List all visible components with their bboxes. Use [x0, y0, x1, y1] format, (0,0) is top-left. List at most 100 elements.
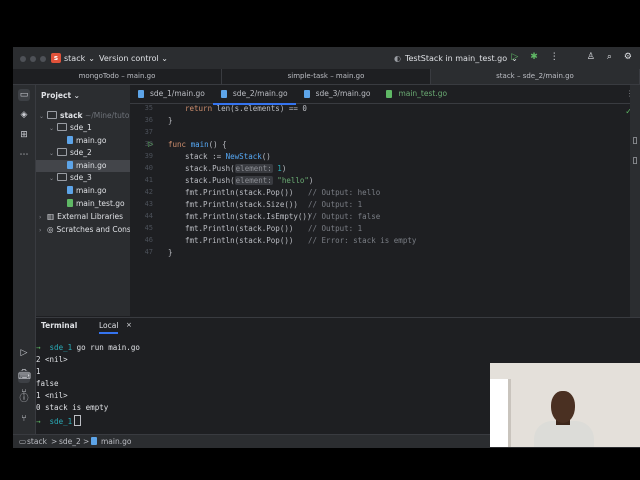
parameter-hint: element:: [234, 164, 273, 173]
terminal-line: 0 stack is empty: [36, 403, 109, 412]
notifications-icon[interactable]: ▯: [630, 135, 640, 147]
chevron-down-icon: ⌄: [73, 91, 80, 100]
line-number: 40: [144, 164, 153, 172]
gear-icon[interactable]: ⚙: [624, 52, 632, 62]
breadcrumb-sde2[interactable]: sde_2: [59, 437, 81, 446]
terminal-line: 2 <nil>: [36, 355, 68, 364]
go-file-icon: [67, 161, 73, 169]
editor-tab-sde1-main[interactable]: sde_1/main.go: [130, 85, 213, 103]
problems-icon[interactable]: ⓘ: [18, 393, 30, 405]
go-file-icon: [91, 437, 100, 446]
breadcrumb-stack[interactable]: stack: [27, 437, 47, 446]
tree-item-sde3[interactable]: ⌄ sde_3: [36, 172, 130, 184]
database-icon[interactable]: ▯: [630, 155, 640, 167]
breadcrumb-separator: >: [83, 437, 90, 446]
terminal-cursor: [74, 415, 82, 426]
folder-icon: [57, 123, 67, 131]
project-name: stack: [64, 53, 86, 63]
breadcrumb-separator: >: [51, 437, 58, 446]
tree-item-sde3-main[interactable]: main.go: [36, 185, 130, 197]
folder-icon[interactable]: ▭: [18, 89, 30, 101]
folder-icon: [47, 111, 57, 119]
close-icon[interactable]: ×: [126, 321, 132, 329]
window-tab-simple-task[interactable]: simple-task – main.go: [222, 69, 431, 84]
tree-item-sde1-main[interactable]: main.go: [36, 135, 130, 147]
project-selector[interactable]: s stack ⌄: [51, 52, 95, 64]
window-tabs: mongoTodo – main.go simple-task – main.g…: [13, 69, 640, 85]
editor-tabs: sde_1/main.go sde_2/main.go sde_3/main.g…: [130, 85, 640, 105]
project-panel: Project ⌄ ⌄stack ~/Mine/tutoria ⌄sde_1 m…: [36, 85, 130, 316]
tree-item-main-test[interactable]: main_test.go: [36, 198, 130, 210]
version-control-menu[interactable]: Version control ⌄: [99, 54, 168, 63]
go-file-icon: [138, 90, 144, 98]
breadcrumb-main-go[interactable]: main.go: [101, 437, 131, 446]
debug-icon[interactable]: ✱: [530, 52, 538, 62]
project-panel-title[interactable]: Project ⌄: [41, 91, 80, 100]
chevron-down-icon: ⌄: [49, 175, 55, 182]
window-controls[interactable]: [20, 55, 50, 64]
code-line-35: return len(s.elements) == 0: [185, 104, 307, 113]
editor-tab-main-test[interactable]: main_test.go: [378, 85, 455, 103]
run-config-label: TestStack in main_test.go: [404, 54, 508, 63]
run-icon[interactable]: ▷: [511, 52, 518, 62]
folder-icon: [57, 173, 67, 181]
window-tab-stack[interactable]: stack – sde_2/main.go: [431, 69, 640, 84]
code-line-38: func main() {: [168, 140, 227, 149]
line-number: 37: [144, 128, 153, 136]
run-tool-icon[interactable]: ▷: [18, 347, 30, 359]
line-number: 35: [144, 104, 153, 112]
gopher-icon: ◐: [394, 54, 401, 63]
tree-item-sde2[interactable]: ⌄ sde_2: [36, 147, 130, 159]
scratches-icon: ◎: [47, 225, 54, 234]
line-number: 39: [144, 152, 153, 160]
library-icon: ▥: [47, 212, 55, 221]
code-comment-46: // Error: stack is empty: [308, 236, 417, 245]
terminal-prompt-line: → sde_1: [36, 415, 82, 426]
code-comment-44: // Output: false: [308, 212, 381, 221]
code-line-44: fmt.Println(stack.IsEmpty()): [185, 212, 312, 221]
line-number: 45: [144, 224, 153, 232]
tab-terminal[interactable]: Terminal: [41, 321, 77, 330]
more-tools-icon[interactable]: ⋯: [18, 149, 30, 161]
code-line-42: fmt.Println(stack.Pop()): [185, 188, 294, 197]
go-test-file-icon: [67, 199, 73, 207]
run-configuration-selector[interactable]: ◐ TestStack in main_test.go ⌄: [394, 54, 518, 63]
code-editor: sde_1/main.go sde_2/main.go sde_3/main.g…: [130, 85, 640, 316]
project-badge: s: [51, 53, 61, 63]
tree-item-sde2-main[interactable]: main.go: [36, 160, 130, 172]
line-number: 44: [144, 212, 153, 220]
chevron-down-icon: ⌄: [49, 125, 55, 132]
tree-item-sde1[interactable]: ⌄ sde_1: [36, 122, 130, 134]
webcam-door: [490, 379, 511, 447]
tree-item-scratches[interactable]: › ◎ Scratches and Conso: [36, 224, 130, 236]
terminal-command-line: → sde_1 go run main.go: [36, 343, 140, 352]
window-tab-mongotodo[interactable]: mongoTodo – main.go: [13, 69, 222, 84]
run-gutter-icon[interactable]: ▷: [148, 140, 153, 148]
tree-item-external-libraries[interactable]: › ▥ External Libraries: [36, 211, 130, 223]
user-icon[interactable]: ♙: [587, 52, 595, 62]
terminal-icon[interactable]: ⌨: [18, 371, 31, 383]
editor-tab-sde2-main[interactable]: sde_2/main.go: [212, 85, 296, 105]
parameter-hint: element:: [234, 176, 273, 185]
code-line-40: stack.Push(element: 1): [185, 164, 287, 173]
folder-icon: ▭: [19, 437, 27, 446]
editor-tab-sde3-main[interactable]: sde_3/main.go: [296, 85, 379, 103]
go-file-icon: [303, 90, 310, 98]
tab-local[interactable]: Local: [99, 321, 119, 334]
line-number: 42: [144, 188, 153, 196]
chevron-down-icon: ⌄: [88, 53, 95, 63]
tree-item-root[interactable]: ⌄stack ~/Mine/tutoria: [36, 110, 130, 122]
code-line-36: }: [168, 116, 173, 125]
go-test-file-icon: [386, 90, 393, 98]
code-line-46: fmt.Println(stack.Pop()): [185, 236, 294, 245]
more-icon[interactable]: ⋮: [550, 52, 559, 62]
toolbar-actions: ▷ ✱ ⋮ ♙ ⌕ ⚙: [511, 52, 632, 62]
search-icon[interactable]: ⌕: [607, 52, 612, 62]
terminal-line: false: [36, 379, 59, 388]
commit-icon[interactable]: ◈: [18, 109, 30, 121]
code-line-45: fmt.Println(stack.Pop()): [185, 224, 294, 233]
structure-icon[interactable]: ⊞: [18, 129, 30, 141]
go-file-icon: [220, 90, 227, 98]
version-control-icon[interactable]: ⑂: [18, 413, 30, 425]
go-file-icon: [67, 186, 73, 194]
